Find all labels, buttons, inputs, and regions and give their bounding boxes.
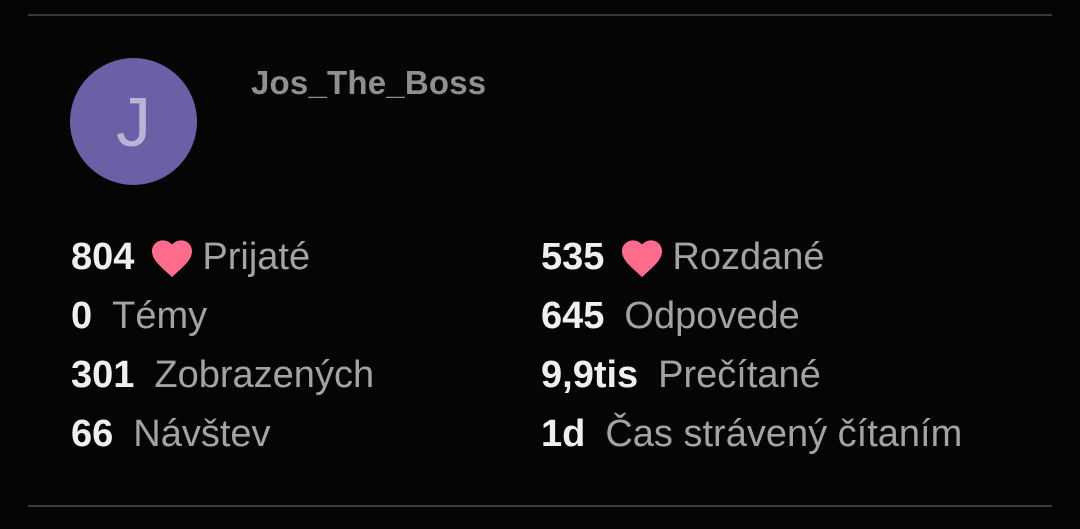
stat-value: 0	[71, 295, 93, 337]
top-divider	[28, 14, 1052, 16]
stat-value: 804	[71, 236, 135, 278]
stat-read-time: 1d Čas strávený čítaním	[541, 405, 1031, 464]
stat-value: 301	[71, 354, 135, 396]
stat-label: Odpovede	[624, 295, 800, 337]
stat-likes-given: 535 Rozdané	[541, 228, 1031, 287]
stat-value: 645	[541, 295, 605, 337]
stat-replies: 645 Odpovede	[541, 287, 1031, 346]
stat-likes-received: 804 Prijaté	[71, 228, 541, 287]
stat-label: Prečítané	[658, 354, 821, 396]
username[interactable]: Jos_The_Boss	[251, 64, 486, 102]
stat-visits: 66 Návštev	[71, 405, 541, 464]
stat-value: 535	[541, 236, 605, 278]
stat-value: 66	[71, 413, 114, 455]
stat-topics: 0 Témy	[71, 287, 541, 346]
stat-value: 1d	[541, 413, 586, 455]
stat-label: Prijaté	[202, 236, 311, 278]
stat-label: Rozdané	[672, 236, 825, 278]
stat-label: Témy	[112, 295, 208, 337]
bottom-divider	[28, 505, 1052, 507]
heart-icon	[622, 239, 663, 277]
stat-label: Zobrazených	[154, 354, 375, 396]
stat-label: Čas strávený čítaním	[605, 413, 963, 455]
user-stats: 804 Prijaté 535 Rozdané 0 Témy 645 Odpov…	[71, 228, 1031, 464]
avatar[interactable]: J	[70, 58, 197, 185]
heart-icon	[152, 239, 193, 277]
stat-value: 9,9tis	[541, 354, 639, 396]
avatar-letter: J	[116, 82, 151, 161]
stat-views: 301 Zobrazených	[71, 346, 541, 405]
stat-label: Návštev	[133, 413, 271, 455]
stat-read: 9,9tis Prečítané	[541, 346, 1031, 405]
